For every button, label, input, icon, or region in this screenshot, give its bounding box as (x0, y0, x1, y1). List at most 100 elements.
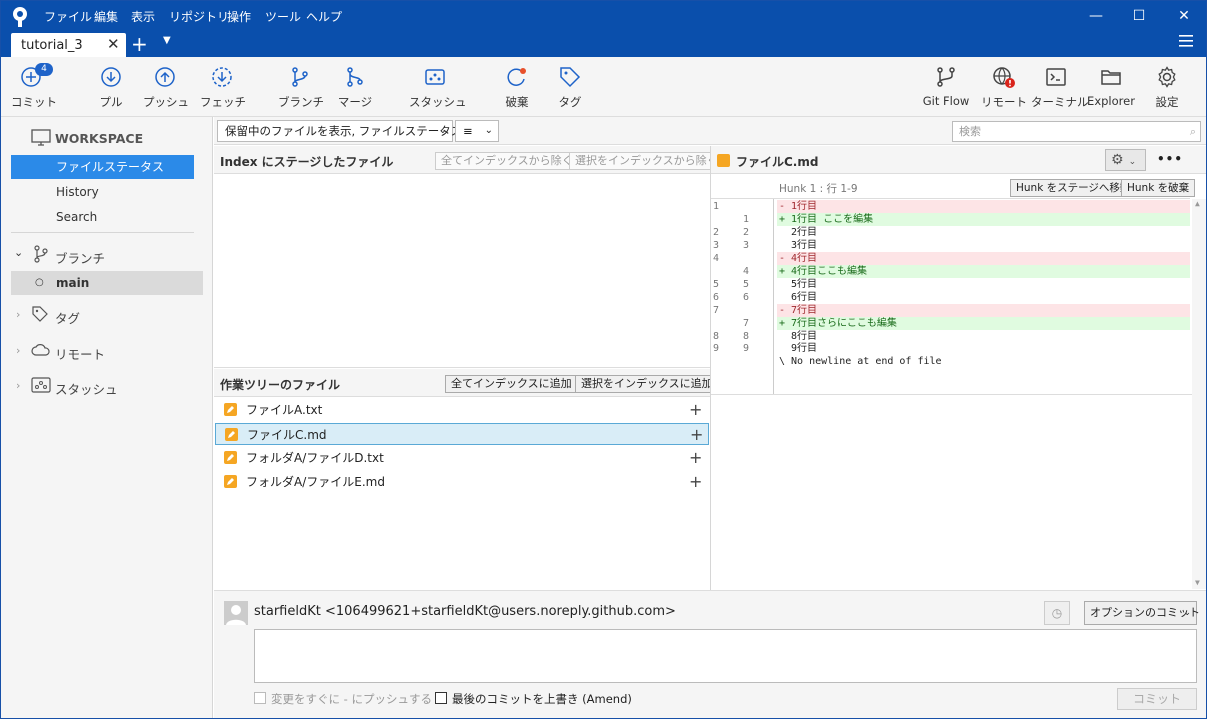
diff-scrollbar[interactable]: ▲ ▼ (1192, 199, 1206, 589)
merge-button[interactable]: マージ (335, 65, 375, 113)
scroll-up-icon[interactable]: ▲ (1195, 199, 1200, 208)
diff-line-text: + 4行目ここも編集 (777, 264, 1190, 278)
tags-header[interactable]: › タグ (1, 303, 213, 327)
diff-line: 7 - 7行目 (711, 303, 1190, 317)
push-button[interactable]: プッシュ (143, 65, 189, 113)
diff-end-divider (711, 394, 1206, 395)
terminal-button[interactable]: ターミナル (1031, 65, 1089, 113)
unstage-selected-button[interactable]: 選択をインデックスから除く (569, 152, 724, 170)
menu-actions[interactable]: 操作 (227, 8, 251, 25)
file-row[interactable]: フォルダA/ファイルD.txt + (215, 447, 709, 469)
stash-button[interactable]: スタッシュ (409, 65, 467, 113)
stage-file-plus-icon[interactable]: + (690, 424, 703, 446)
git-flow-button[interactable]: Git Flow (921, 65, 971, 113)
discard-hunk-button[interactable]: Hunk を破棄 (1121, 179, 1196, 197)
menu-tools[interactable]: ツール (265, 8, 301, 25)
commit-author: starfieldKt <106499621+starfieldKt@users… (254, 604, 676, 619)
menu-help[interactable]: ヘルプ (306, 8, 342, 25)
file-row-selected[interactable]: ファイルC.md + (215, 423, 709, 445)
pull-label: プル (99, 95, 123, 109)
amend-checkbox[interactable] (435, 692, 447, 704)
menu-edit[interactable]: 編集 (94, 8, 118, 25)
minimize-button[interactable]: — (1084, 5, 1108, 27)
diff-line-text: - 7行目 (777, 303, 1190, 317)
close-tab-icon[interactable]: ✕ (107, 35, 120, 53)
commit-options-select[interactable]: オプションのコミット ⌄ (1084, 601, 1200, 625)
tab-dropdown-icon[interactable]: ▼ (163, 35, 171, 46)
diff-line: 1 - 1行目 (711, 200, 1190, 213)
sidebar-branch-main[interactable]: ○ main (11, 271, 203, 295)
modified-pencil-icon (224, 451, 237, 464)
staged-file-list (214, 175, 710, 368)
git-flow-label: Git Flow (922, 94, 970, 108)
commit-submit-button[interactable]: コミット (1117, 688, 1197, 710)
new-tab-button[interactable]: + (131, 32, 148, 56)
maximize-button[interactable]: ☐ (1127, 5, 1151, 27)
branch-button[interactable]: ブランチ (278, 65, 324, 113)
diff-line-text: 2行目 (779, 226, 818, 238)
remotes-header[interactable]: › リモート (1, 339, 213, 363)
diff-line: 5 5 5行目 (711, 278, 1190, 291)
menu-repository[interactable]: リポジトリ (169, 8, 229, 25)
commit-message-input[interactable] (254, 629, 1197, 683)
fetch-icon (212, 67, 232, 87)
stage-file-plus-icon[interactable]: + (689, 447, 702, 469)
push-immediately-label: 変更をすぐに - にプッシュする (271, 692, 432, 706)
file-row[interactable]: フォルダA/ファイルE.md + (215, 471, 709, 493)
explorer-button[interactable]: Explorer (1087, 65, 1135, 113)
stage-all-button[interactable]: 全てインデックスに追加 (445, 375, 578, 393)
settings-label: 設定 (1155, 95, 1179, 109)
repo-tab[interactable]: tutorial_3 ✕ (11, 33, 126, 57)
pull-button[interactable]: プル (91, 65, 131, 113)
sidebar-item-search[interactable]: Search (11, 205, 194, 229)
branches-header[interactable]: ⌄ ブランチ (1, 243, 213, 267)
fetch-button[interactable]: フェッチ (200, 65, 246, 113)
avatar (224, 601, 248, 625)
modified-pencil-icon (225, 428, 238, 441)
stashes-label: スタッシュ (55, 382, 118, 397)
current-branch-icon: ○ (35, 277, 44, 288)
menu-file[interactable]: ファイル (44, 8, 92, 25)
settings-button[interactable]: 設定 (1151, 65, 1183, 113)
clock-icon: ◷ (1051, 606, 1063, 620)
tag-icon (32, 306, 48, 322)
chevron-right-icon: › (16, 308, 21, 321)
remote-button[interactable]: リモート (981, 65, 1027, 113)
file-filter-select[interactable]: 保留中のファイルを表示, ファイルステータス順 ⌄ (217, 120, 474, 142)
file-name: フォルダA/ファイルD.txt (246, 451, 384, 465)
push-immediately-checkbox[interactable] (254, 692, 266, 704)
search-input[interactable]: 検索 ⌕ (952, 121, 1201, 142)
diff-line-text: 9行目 (779, 343, 818, 355)
menu-view[interactable]: 表示 (131, 8, 155, 25)
hamburger-menu-icon[interactable] (1179, 35, 1193, 47)
stash-icon (31, 377, 51, 393)
sidebar-item-file-status[interactable]: ファイルステータス (11, 155, 194, 179)
scroll-down-icon[interactable]: ▼ (1195, 578, 1200, 587)
terminal-label: ターミナル (1031, 95, 1089, 109)
stage-hunk-button[interactable]: Hunk をステージへ移動 (1010, 179, 1137, 197)
stashes-header[interactable]: › スタッシュ (1, 374, 213, 398)
new-line-number: 5 (743, 278, 750, 290)
stage-file-plus-icon[interactable]: + (689, 399, 702, 421)
stage-selected-button[interactable]: 選択をインデックスに追加 (575, 375, 719, 393)
diff-line-text: + 7行目さらにここも編集 (777, 316, 1190, 330)
stage-file-plus-icon[interactable]: + (689, 471, 702, 493)
more-options-icon[interactable]: ••• (1157, 152, 1183, 166)
commit-history-button[interactable]: ◷ (1044, 601, 1070, 625)
new-line-number: 7 (743, 317, 750, 329)
diff-header: ファイルC.md ⚙ ⌄ ••• (711, 146, 1206, 174)
close-window-button[interactable]: ✕ (1172, 5, 1196, 27)
unstage-all-button[interactable]: 全てインデックスから除く (435, 152, 579, 170)
diff-line: 3 3 3行目 (711, 239, 1190, 252)
old-line-number: 7 (713, 304, 720, 316)
list-mode-select[interactable]: ≡ ⌄ (455, 120, 499, 142)
tag-button[interactable]: タグ (555, 65, 585, 113)
sidebar-item-history[interactable]: History (11, 180, 194, 204)
chevron-right-icon: › (16, 344, 21, 357)
sidebar: WORKSPACE ファイルステータス History Search ⌄ ブラン… (1, 117, 213, 718)
diff-settings-button[interactable]: ⚙ ⌄ (1105, 149, 1146, 171)
discard-button[interactable]: 破棄 (499, 65, 535, 113)
diff-line-text: 5行目 (779, 278, 818, 290)
file-row[interactable]: ファイルA.txt + (215, 399, 709, 421)
diff-line: 2 2 2行目 (711, 226, 1190, 239)
